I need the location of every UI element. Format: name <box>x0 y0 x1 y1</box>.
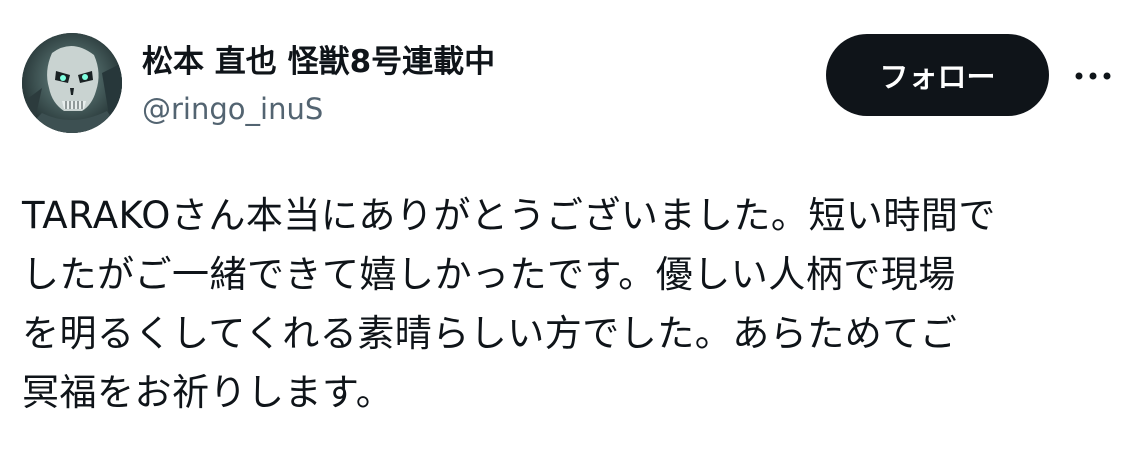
follow-button[interactable]: フォロー <box>826 34 1049 116</box>
author-info: 松本 直也 怪獣8号連載中 @ringo_inuS <box>142 40 495 129</box>
kaiju-skull-avatar-icon <box>22 33 122 133</box>
tweet-text: TARAKOさん本当にありがとうございました。短い時間で したがご一緒できて嬉し… <box>22 194 996 414</box>
more-horizontal-icon <box>1075 72 1111 80</box>
author-avatar[interactable] <box>22 33 122 133</box>
tweet-card: 松本 直也 怪獣8号連載中 @ringo_inuS フォロー TARAKOさん本… <box>0 0 1134 463</box>
author-handle[interactable]: @ringo_inuS <box>142 89 495 129</box>
author-display-name[interactable]: 松本 直也 怪獣8号連載中 <box>142 40 495 84</box>
more-options-button[interactable] <box>1068 56 1118 96</box>
